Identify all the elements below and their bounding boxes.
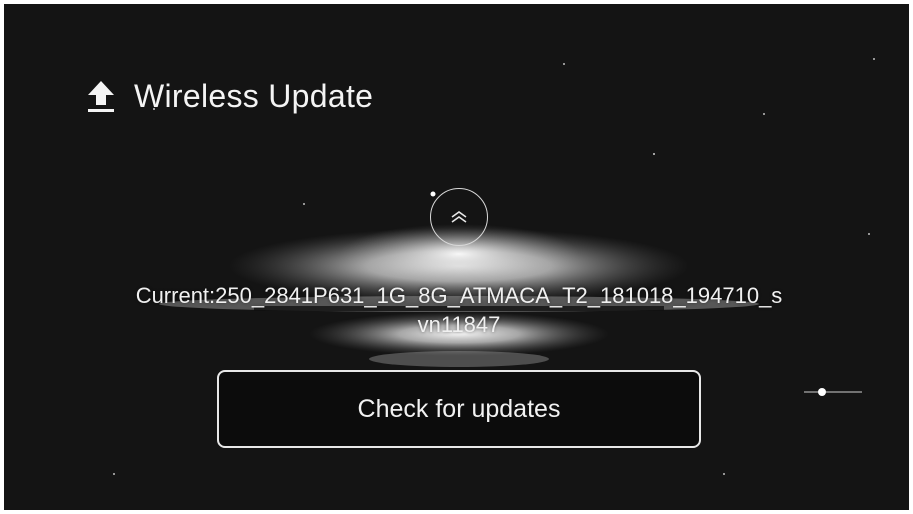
page-title-label: Wireless Update <box>134 78 374 114</box>
current-version-text: Current:250_2841P631_1G_8G_ATMACA_T2_181… <box>135 283 783 337</box>
page-title: Wireless Update <box>86 78 373 115</box>
check-for-updates-label: Check for updates <box>357 394 561 423</box>
upload-icon <box>88 80 114 112</box>
scroll-up-button[interactable] <box>430 188 488 246</box>
wireless-update-screen: Wireless Update Current:250_2841P631_1G_… <box>4 4 909 510</box>
check-for-updates-button[interactable]: Check for updates <box>217 370 701 448</box>
double-chevron-up-icon <box>451 211 467 223</box>
